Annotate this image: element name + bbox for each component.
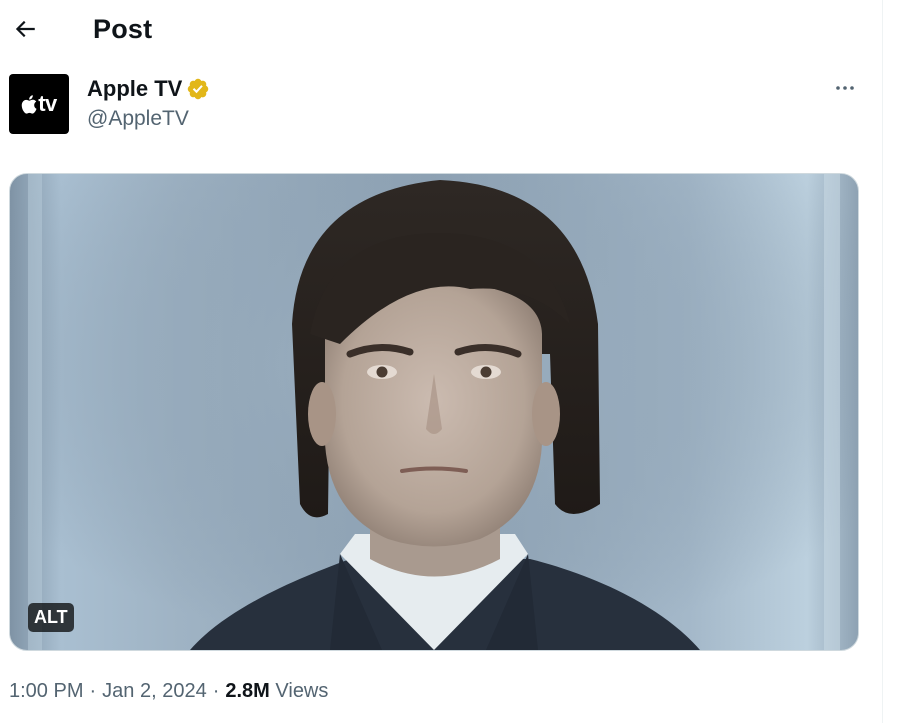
post-time[interactable]: 1:00 PM	[9, 680, 83, 702]
column-divider	[882, 0, 883, 723]
apple-tv-logo: tv	[21, 93, 57, 115]
post-page: Post tv Apple TV @AppleTV ALT 1:00 PM · …	[0, 0, 920, 723]
more-options-button[interactable]	[826, 74, 864, 102]
views-label: Views	[275, 680, 329, 702]
page-title: Post	[93, 14, 153, 44]
meta-separator: ·	[89, 680, 97, 702]
avatar-text: tv	[38, 91, 57, 116]
portrait-illustration	[10, 174, 858, 650]
page-header: Post	[0, 0, 882, 58]
apple-logo-icon	[21, 94, 37, 114]
views-count: 2.8M	[225, 680, 270, 702]
author-handle[interactable]: @AppleTV	[87, 105, 189, 133]
post-meta: 1:00 PM · Jan 2, 2024 · 2.8M Views	[9, 677, 328, 705]
post-image[interactable]	[9, 173, 859, 651]
back-button[interactable]	[6, 10, 44, 48]
meta-separator: ·	[212, 680, 220, 702]
verified-badge-icon	[188, 78, 209, 100]
author-name[interactable]: Apple TV	[87, 75, 210, 103]
alt-text-badge[interactable]: ALT	[28, 603, 74, 632]
post-date[interactable]: Jan 2, 2024	[102, 680, 207, 702]
avatar[interactable]: tv	[9, 74, 69, 134]
author-name-text: Apple TV	[87, 76, 183, 101]
more-horizontal-icon	[836, 86, 854, 90]
arrow-left-icon	[15, 20, 35, 38]
